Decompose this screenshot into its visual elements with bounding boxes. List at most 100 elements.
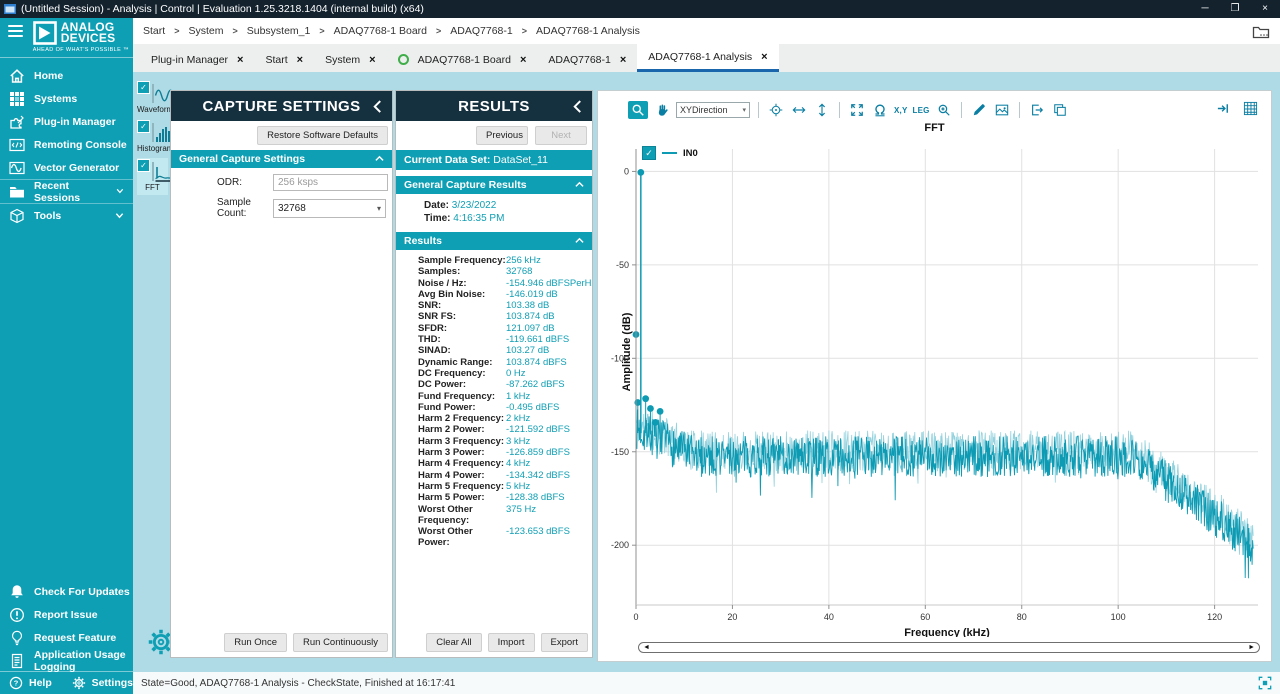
collapse-panel-icon[interactable] bbox=[572, 100, 583, 111]
histogram-tile-icon bbox=[152, 123, 154, 142]
annotate-icon[interactable] bbox=[970, 102, 988, 119]
zoom-window-icon[interactable] bbox=[935, 102, 953, 119]
minimize-button[interactable]: ─ bbox=[1190, 0, 1220, 18]
tab-close-icon[interactable]: × bbox=[520, 54, 526, 66]
view-checkbox[interactable]: ✓ bbox=[137, 120, 150, 133]
metric-row-harm-4-power: Harm 4 Power: -134.342 dBFS bbox=[418, 470, 592, 481]
tab-adaq7768-1[interactable]: ADAQ7768-1 × bbox=[537, 47, 637, 72]
h-resize-icon[interactable] bbox=[790, 102, 808, 119]
breadcrumb-separator: > bbox=[174, 26, 179, 36]
run-continuously-button[interactable]: Run Continuously bbox=[293, 633, 388, 652]
clear-all-button[interactable]: Clear All bbox=[426, 633, 481, 652]
sidebar-item-tools[interactable]: Tools bbox=[0, 203, 133, 227]
tab-close-icon[interactable]: × bbox=[369, 54, 375, 66]
svg-text:Frequency (kHz): Frequency (kHz) bbox=[904, 627, 990, 637]
tools-icon bbox=[9, 208, 25, 224]
tab-close-icon[interactable]: × bbox=[761, 51, 767, 63]
general-capture-results-section[interactable]: General Capture Results bbox=[396, 176, 592, 194]
tab-adaq7768-1-analysis[interactable]: ADAQ7768-1 Analysis × bbox=[637, 44, 778, 72]
breadcrumb-item-adaq7768-1-board[interactable]: ADAQ7768-1 Board bbox=[334, 25, 427, 37]
snapshot-icon[interactable] bbox=[993, 102, 1011, 119]
sample-count-select[interactable]: 32768 ▾ bbox=[273, 199, 386, 218]
xy-direction-select[interactable]: XYDirection▾ bbox=[676, 102, 750, 118]
view-checkbox[interactable]: ✓ bbox=[137, 159, 150, 172]
legend-toggle[interactable]: LEG bbox=[913, 106, 930, 115]
tab-adaq7768-1-board[interactable]: ADAQ7768-1 Board × bbox=[387, 47, 538, 72]
svg-text:-150: -150 bbox=[611, 447, 629, 457]
next-button[interactable]: Next bbox=[535, 126, 587, 145]
screenshot-grip-icon[interactable] bbox=[1258, 676, 1272, 690]
fit-icon[interactable] bbox=[848, 102, 866, 119]
sidebar-item-report-issue[interactable]: Report Issue bbox=[0, 603, 133, 626]
general-capture-settings-section[interactable]: General Capture Settings bbox=[171, 150, 392, 168]
close-button[interactable]: × bbox=[1250, 0, 1280, 18]
fft-plot[interactable]: 0204060801001200-50-100-150-200Frequency… bbox=[598, 137, 1273, 637]
hamburger-menu-icon[interactable] bbox=[0, 21, 33, 40]
tab-system[interactable]: System × bbox=[314, 47, 386, 72]
breadcrumb-item-adaq7768-1-analysis[interactable]: ADAQ7768-1 Analysis bbox=[536, 25, 640, 37]
view-item-waveform[interactable]: ✓ Waveform bbox=[137, 80, 168, 117]
sidebar-item-home[interactable]: Home bbox=[0, 64, 133, 87]
svg-text:0: 0 bbox=[624, 166, 629, 176]
odr-input[interactable] bbox=[273, 174, 388, 191]
sidebar-item-recent-sessions[interactable]: Recent Sessions bbox=[0, 179, 133, 203]
v-resize-icon[interactable] bbox=[813, 102, 831, 119]
xy-values-toggle[interactable]: X,Y bbox=[894, 106, 908, 115]
home-icon bbox=[9, 68, 25, 84]
toolbar-separator bbox=[961, 102, 962, 118]
sidebar-item-plug-in-manager[interactable]: Plug-in Manager bbox=[0, 110, 133, 133]
scroll-right-icon[interactable]: ► bbox=[1248, 643, 1255, 652]
breadcrumb-separator: > bbox=[319, 26, 324, 36]
sidebar-item-systems[interactable]: Systems bbox=[0, 87, 133, 110]
export-button[interactable]: Export bbox=[541, 633, 588, 652]
previous-button[interactable]: Previous bbox=[476, 126, 528, 145]
odr-label: ODR: bbox=[217, 177, 273, 188]
zoom-icon[interactable] bbox=[628, 101, 648, 119]
capture-settings-header: CAPTURE SETTINGS bbox=[171, 91, 392, 121]
view-item-histogram[interactable]: ✓ Histogram bbox=[137, 119, 168, 156]
metric-row-sfdr: SFDR: 121.097 dB bbox=[418, 323, 592, 334]
tab-close-icon[interactable]: × bbox=[297, 54, 303, 66]
sidebar-item-request-feature[interactable]: Request Feature bbox=[0, 626, 133, 649]
content-area: ✓ Waveform ✓ Histogram ✓ FFT CAPTURE SET… bbox=[133, 72, 1280, 672]
breadcrumb-item-adaq7768-1[interactable]: ADAQ7768-1 bbox=[450, 25, 512, 37]
collapse-panel-icon[interactable] bbox=[372, 100, 383, 111]
sidebar-item-remoting-console[interactable]: Remoting Console bbox=[0, 133, 133, 156]
data-grid-icon[interactable] bbox=[1241, 100, 1259, 117]
legend-checkbox[interactable]: ✓ bbox=[642, 146, 656, 160]
sidebar-item-vector-generator[interactable]: Vector Generator bbox=[0, 156, 133, 179]
settings-button[interactable]: Settings bbox=[63, 676, 133, 690]
console-icon bbox=[9, 137, 25, 153]
sidebar-item-check-for-updates[interactable]: Check For Updates bbox=[0, 580, 133, 603]
scroll-left-icon[interactable]: ◄ bbox=[643, 643, 650, 652]
copy-chart-icon[interactable] bbox=[1051, 102, 1069, 119]
tab-close-icon[interactable]: × bbox=[237, 54, 243, 66]
tab-close-icon[interactable]: × bbox=[620, 54, 626, 66]
session-folder-icon[interactable] bbox=[1252, 24, 1270, 39]
chart-h-scrollbar[interactable]: ◄ ► bbox=[638, 642, 1260, 653]
omega-revert-icon[interactable] bbox=[871, 102, 889, 119]
view-item-fft[interactable]: ✓ FFT bbox=[137, 158, 168, 195]
results-section[interactable]: Results bbox=[396, 232, 592, 250]
metric-row-noise-hz: Noise / Hz: -154.946 dBFSPerHz bbox=[418, 278, 592, 289]
tab-start[interactable]: Start × bbox=[254, 47, 314, 72]
import-button[interactable]: Import bbox=[488, 633, 535, 652]
breadcrumb-item-system[interactable]: System bbox=[188, 25, 223, 37]
tab-status-dot bbox=[398, 54, 409, 65]
run-once-button[interactable]: Run Once bbox=[224, 633, 287, 652]
view-checkbox[interactable]: ✓ bbox=[137, 81, 150, 94]
help-button[interactable]: ? Help bbox=[0, 676, 63, 690]
breadcrumb-item-start[interactable]: Start bbox=[143, 25, 165, 37]
pan-icon[interactable] bbox=[653, 102, 671, 119]
center-icon[interactable] bbox=[767, 102, 785, 119]
metric-row-harm-2-frequency: Harm 2 Frequency: 2 kHz bbox=[418, 413, 592, 424]
collapse-right-icon[interactable] bbox=[1214, 100, 1232, 117]
export-chart-icon[interactable] bbox=[1028, 102, 1046, 119]
maximize-button[interactable]: ❐ bbox=[1220, 0, 1250, 18]
restore-defaults-button[interactable]: Restore Software Defaults bbox=[257, 126, 388, 145]
sidebar-item-application-usage-logging[interactable]: Application Usage Logging bbox=[0, 649, 133, 672]
toolbar-separator bbox=[1019, 102, 1020, 118]
metric-row-thd: THD: -119.661 dBFS bbox=[418, 334, 592, 345]
tab-plug-in-manager[interactable]: Plug-in Manager × bbox=[140, 47, 254, 72]
breadcrumb-item-subsystem-1[interactable]: Subsystem_1 bbox=[247, 25, 311, 37]
